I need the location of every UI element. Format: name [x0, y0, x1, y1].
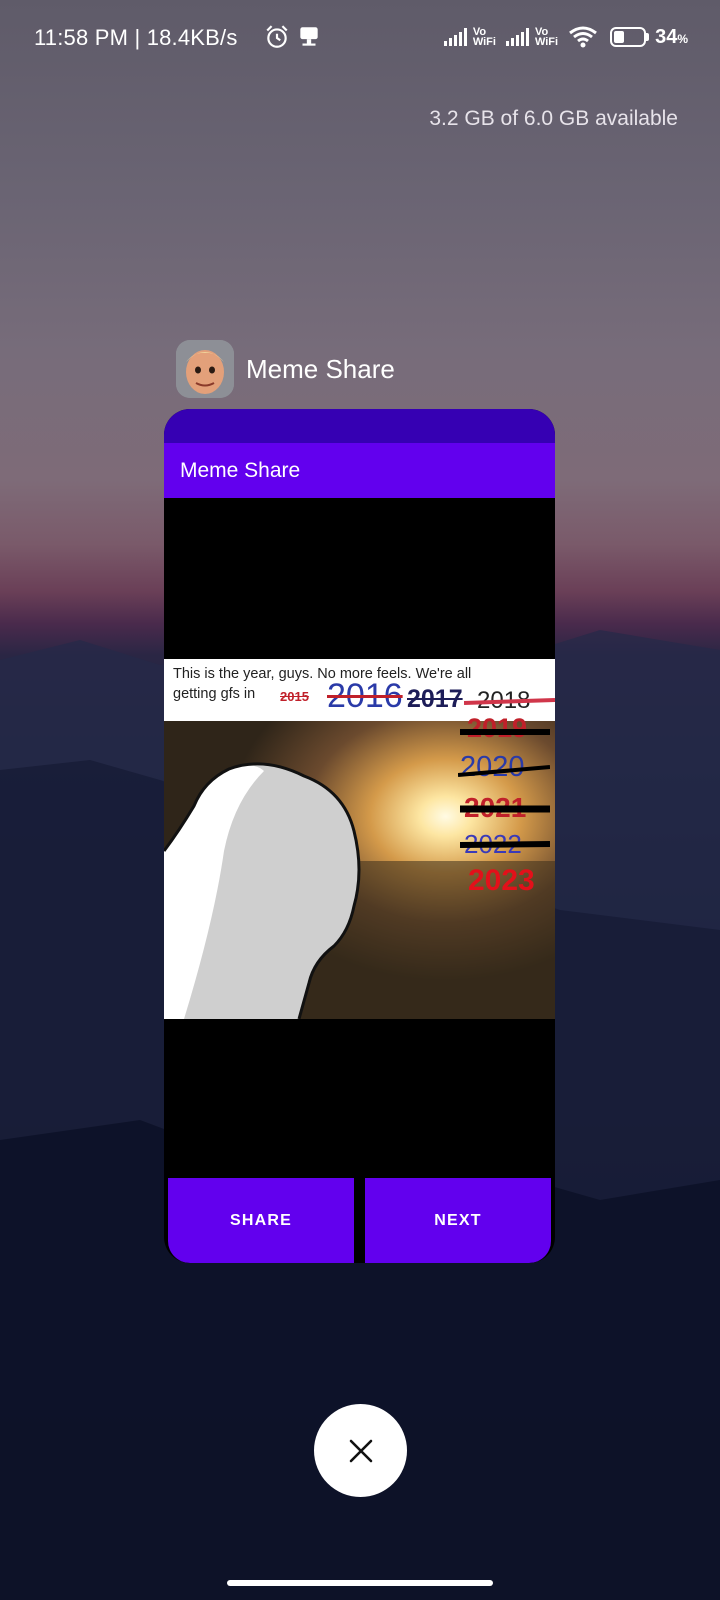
- next-button[interactable]: NEXT: [365, 1178, 551, 1263]
- close-icon: [349, 1439, 372, 1462]
- status-bar: 11:58 PM | 18.4KB/s Vo WiFi Vo WiFi 34%: [0, 0, 720, 78]
- memory-info: 3.2 GB of 6.0 GB available: [429, 107, 678, 130]
- clear-recents-button[interactable]: [314, 1404, 407, 1497]
- meme-year-label: 2017: [407, 685, 463, 713]
- meme-year-label: 2016: [327, 677, 403, 715]
- toolbar-title: Meme Share: [180, 458, 301, 482]
- meme-caption-line2: getting gfs in: [173, 686, 256, 702]
- recent-app-header[interactable]: Meme Share: [176, 340, 395, 398]
- meme-strike-line: [460, 729, 550, 735]
- meme-image: This is the year, guys. No more feels. W…: [164, 659, 555, 1019]
- meme-year-label: 2023: [468, 864, 535, 897]
- meme-strike-line: [460, 805, 550, 813]
- status-time: 11:58 PM | 18.4KB/s: [34, 25, 238, 50]
- notification-icon: [300, 27, 318, 46]
- app-toolbar: Meme Share: [164, 443, 555, 498]
- app-preview-card[interactable]: Meme Share This is the year, guys. No mo…: [164, 409, 555, 1263]
- signal-icon: [443, 28, 467, 46]
- vowifi-icon: Vo WiFi: [472, 26, 496, 48]
- home-indicator[interactable]: [227, 1580, 493, 1586]
- app-name: Meme Share: [246, 353, 395, 384]
- meme-strike-line: [464, 698, 555, 705]
- battery-percent: 34%: [655, 25, 688, 48]
- meme-strike-line: [460, 841, 550, 848]
- vowifi-icon: Vo WiFi: [534, 26, 559, 48]
- wifi-icon: [569, 26, 597, 48]
- meme-caption-line1: This is the year, guys. No more feels. W…: [173, 666, 472, 682]
- meme-year-label: 2015: [280, 689, 309, 704]
- battery-fill: [614, 31, 624, 43]
- meme-strike-line: [458, 765, 550, 777]
- signal-icon: [505, 28, 529, 46]
- app-status-bar: [164, 409, 555, 443]
- app-icon[interactable]: [176, 340, 234, 398]
- share-button[interactable]: SHARE: [168, 1178, 354, 1263]
- alarm-icon: [266, 25, 288, 48]
- battery-icon: 34%: [610, 26, 688, 49]
